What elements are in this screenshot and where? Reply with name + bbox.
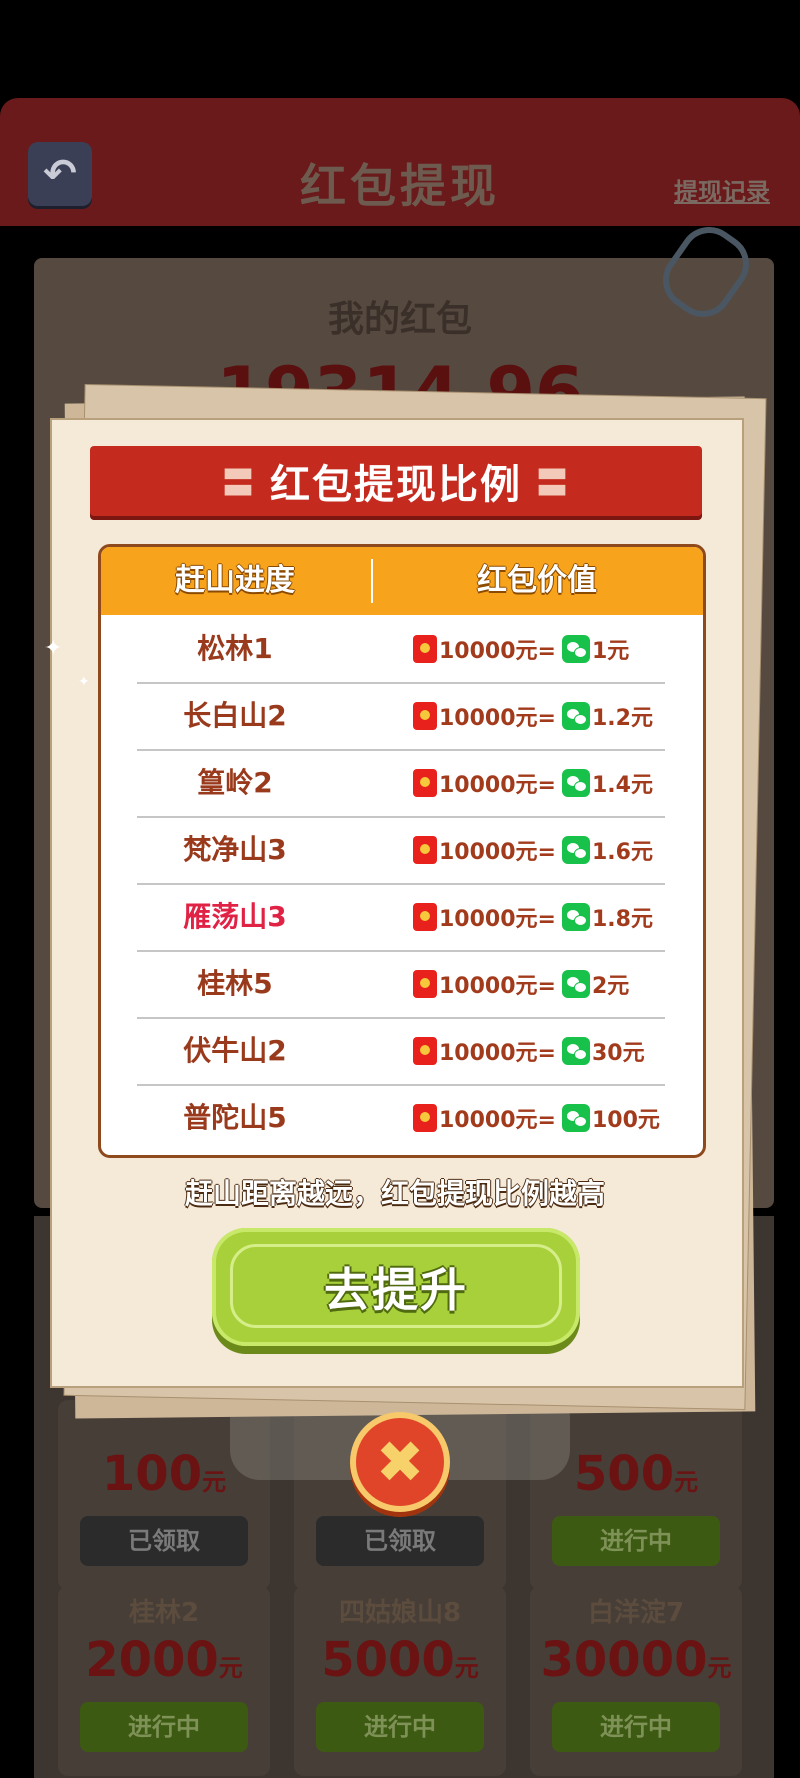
progress-cell: 长白山2 [183,699,287,732]
red-packet-icon [413,634,437,663]
ratio-tip: 赶山距离越远，红包提现比例越高 [184,1177,605,1210]
status-bar [0,0,800,80]
cash-amount: 1.4元 [591,772,653,798]
history-link[interactable]: 提现记录 [674,172,770,207]
table-row: 桂林5 10000元= 2元 [101,950,703,1017]
red-packet-icon [413,768,437,797]
table-header: 赶山进度 红包价值 [101,547,703,615]
red-packet-icon [413,969,437,998]
value-cell: 10000元= 1元 [413,615,629,682]
cash-amount: 1.6元 [591,839,653,865]
ratio-table: 赶山进度 红包价值 松林1 10000元= 1元 长白山2 10000元= 1.2元… [98,544,706,1158]
button-inner-border [230,1244,562,1328]
wechat-icon [561,768,590,797]
reward-status-button[interactable]: 进行中 [552,1702,720,1752]
reward-unit: 元 [218,1654,243,1682]
reward-amount: 100 [101,1446,203,1502]
progress-cell: 梵净山3 [183,833,287,866]
cash-amount: 1元 [591,638,630,664]
reward-amount: 500 [573,1446,675,1502]
cash-amount: 1.8元 [591,906,653,932]
column-header-progress: 赶山进度 [175,563,295,598]
reward-card: 白洋淀7 30000元 进行中 [530,1586,742,1776]
wechat-icon [561,1036,590,1065]
reward-card-title: 白洋淀7 [587,1598,685,1628]
reward-status-button[interactable]: 已领取 [80,1516,248,1566]
reward-card-title: 四姑娘山8 [338,1598,462,1628]
reward-unit: 元 [202,1468,227,1496]
wechat-icon [561,835,590,864]
sparkle-icon: ✦ [44,636,63,661]
progress-cell: 松林1 [197,632,273,665]
table-row-current: 雁荡山3 10000元= 1.8元 [101,883,703,950]
dialog-title-ribbon: 〓 红包提现比例 〓 [90,446,702,516]
reward-card-title: 桂林2 [128,1598,200,1628]
reward-amount: 5000 [321,1632,455,1688]
dialog-title: 红包提现比例 [270,462,522,508]
progress-cell: 伏牛山2 [183,1034,287,1067]
wechat-icon [561,969,590,998]
column-header-value: 红包价值 [477,563,597,598]
ribbon-decor-icon: 〓 [536,464,571,502]
coin-amount: 10000元= [439,1107,556,1133]
wechat-icon [561,701,590,730]
coin-amount: 10000元= [439,705,556,731]
value-cell: 10000元= 1.6元 [413,816,653,883]
table-row: 伏牛山2 10000元= 30元 [101,1017,703,1084]
cash-amount: 100元 [591,1107,660,1133]
reward-card: 桂林2 2000元 进行中 [58,1586,270,1776]
table-row: 松林1 10000元= 1元 [101,615,703,682]
progress-cell: 桂林5 [197,967,273,1000]
coin-amount: 10000元= [439,839,556,865]
table-row: 篁岭2 10000元= 1.4元 [101,749,703,816]
red-packet-icon [413,902,437,931]
reward-unit: 元 [454,1654,479,1682]
close-icon: ✖ [375,1428,425,1496]
sparkle-icon: ✦ [78,674,90,690]
reward-unit: 元 [707,1654,732,1682]
table-row: 梵净山3 10000元= 1.6元 [101,816,703,883]
reward-status-button[interactable]: 已领取 [316,1516,484,1566]
coin-amount: 10000元= [439,973,556,999]
reward-amount: 2000 [85,1632,219,1688]
cash-amount: 2元 [591,973,630,999]
reward-status-button[interactable]: 进行中 [316,1702,484,1752]
red-packet-icon [413,1036,437,1065]
table-row: 长白山2 10000元= 1.2元 [101,682,703,749]
red-packet-icon [413,701,437,730]
ribbon-decor-icon: 〓 [221,464,256,502]
reward-amount: 30000 [540,1632,708,1688]
value-cell: 10000元= 30元 [413,1017,645,1084]
my-redpacket-label: 我的红包 [327,299,472,340]
reward-unit: 元 [674,1468,699,1496]
progress-cell: 普陀山5 [183,1101,287,1134]
coin-amount: 10000元= [439,1040,556,1066]
value-cell: 10000元= 100元 [413,1084,660,1151]
cash-amount: 30元 [591,1040,645,1066]
reward-card: 四姑娘山8 5000元 进行中 [294,1586,506,1776]
go-upgrade-button[interactable]: 去提升 [212,1228,580,1346]
progress-cell: 篁岭2 [197,766,273,799]
coin-amount: 10000元= [439,772,556,798]
wechat-icon [561,1103,590,1132]
value-cell: 10000元= 1.4元 [413,749,653,816]
wechat-icon [561,902,590,931]
cash-amount: 1.2元 [591,705,653,731]
close-button[interactable]: ✖ [356,1418,444,1506]
reward-status-button[interactable]: 进行中 [80,1702,248,1752]
coin-amount: 10000元= [439,638,556,664]
red-packet-icon [413,1103,437,1132]
reward-status-button[interactable]: 进行中 [552,1516,720,1566]
table-row: 普陀山5 10000元= 100元 [101,1084,703,1151]
value-cell: 10000元= 1.8元 [413,883,653,950]
red-packet-icon [413,835,437,864]
wechat-icon [561,634,590,663]
value-cell: 10000元= 1.2元 [413,682,653,749]
value-cell: 10000元= 2元 [413,950,629,1017]
coin-amount: 10000元= [439,906,556,932]
progress-cell: 雁荡山3 [183,900,287,933]
